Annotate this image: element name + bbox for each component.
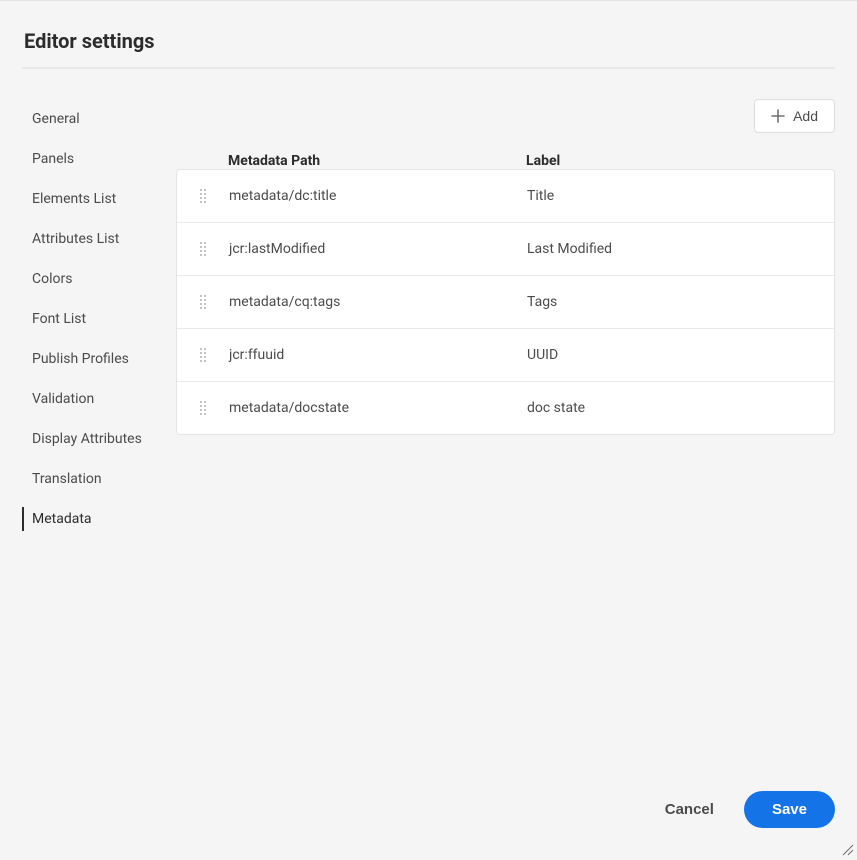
table-row[interactable]: metadata/docstate doc state [177,382,834,434]
sidebar-item-validation[interactable]: Validation [22,379,176,419]
drag-handle-icon[interactable] [199,294,207,310]
sidebar-item-elements-list[interactable]: Elements List [22,179,176,219]
metadata-label-cell: doc state [527,400,834,416]
metadata-path-cell: jcr:lastModified [229,241,527,257]
metadata-path-cell: metadata/dc:title [229,188,527,204]
sidebar-item-display-attributes[interactable]: Display Attributes [22,419,176,459]
column-header-label: Label [526,153,835,169]
metadata-path-cell: metadata/docstate [229,400,527,416]
drag-handle-icon[interactable] [199,241,207,257]
save-button[interactable]: Save [744,791,835,828]
drag-handle-icon[interactable] [199,400,207,416]
metadata-label-cell: Tags [527,294,834,310]
table-header: Metadata Path Label [176,153,835,169]
sidebar-item-panels[interactable]: Panels [22,139,176,179]
page-title: Editor settings [0,1,857,67]
sidebar-item-metadata[interactable]: Metadata [22,499,176,539]
table-row[interactable]: jcr:ffuuid UUID [177,329,834,382]
column-header-path: Metadata Path [228,153,526,169]
metadata-label-cell: Last Modified [527,241,834,257]
table-row[interactable]: jcr:lastModified Last Modified [177,223,834,276]
metadata-path-cell: jcr:ffuuid [229,347,527,363]
table-row[interactable]: metadata/dc:title Title [177,170,834,223]
metadata-label-cell: UUID [527,347,834,363]
sidebar-item-publish-profiles[interactable]: Publish Profiles [22,339,176,379]
add-button[interactable]: Add [754,99,835,133]
resize-handle-icon[interactable] [840,841,854,855]
metadata-label-cell: Title [527,188,834,204]
sidebar-item-colors[interactable]: Colors [22,259,176,299]
sidebar-item-font-list[interactable]: Font List [22,299,176,339]
plus-icon [771,109,785,123]
metadata-path-cell: metadata/cq:tags [229,294,527,310]
sidebar-item-translation[interactable]: Translation [22,459,176,499]
sidebar: General Panels Elements List Attributes … [0,99,176,539]
cancel-button[interactable]: Cancel [665,801,714,818]
drag-handle-icon[interactable] [199,347,207,363]
table-row[interactable]: metadata/cq:tags Tags [177,276,834,329]
footer: Cancel Save [665,791,835,828]
drag-handle-icon[interactable] [199,188,207,204]
main-panel: Add Metadata Path Label metadata/dc:titl… [176,99,857,539]
metadata-table: metadata/dc:title Title jcr:lastModified… [176,169,835,435]
sidebar-item-general[interactable]: General [22,99,176,139]
sidebar-item-attributes-list[interactable]: Attributes List [22,219,176,259]
add-button-label: Add [793,108,818,124]
